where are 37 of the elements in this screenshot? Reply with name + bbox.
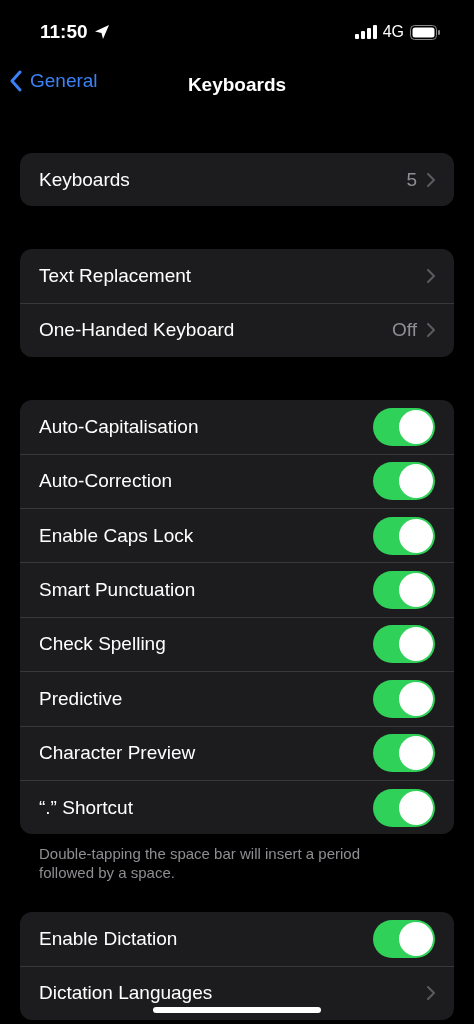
chevron-icon bbox=[427, 172, 435, 187]
battery-icon bbox=[410, 24, 440, 40]
setting-value: 5 bbox=[406, 168, 417, 191]
toggle-switch[interactable] bbox=[373, 625, 435, 664]
setting-label: Smart Punctuation bbox=[39, 579, 197, 602]
chevron-icon bbox=[427, 323, 435, 338]
setting-value: Off bbox=[392, 319, 417, 342]
page-title: Keyboards bbox=[187, 74, 287, 96]
setting-label: Auto-Capitalisation bbox=[39, 415, 200, 438]
setting-label: Enable Caps Lock bbox=[39, 524, 195, 547]
toggle-switch[interactable] bbox=[373, 571, 435, 610]
setting-label: Dictation Languages bbox=[39, 982, 214, 1005]
back-button[interactable]: General bbox=[10, 70, 98, 92]
setting-label: Enable Dictation bbox=[39, 928, 179, 950]
toggle-switch[interactable] bbox=[373, 516, 435, 555]
location-arrow-icon bbox=[93, 24, 110, 40]
toggle-switch[interactable] bbox=[373, 788, 435, 827]
setting-label: “.” Shortcut bbox=[39, 796, 134, 819]
toggle-switch[interactable] bbox=[373, 407, 435, 446]
setting-label: Keyboards bbox=[39, 168, 131, 191]
back-chevron-icon bbox=[10, 70, 22, 92]
toggle-switch[interactable] bbox=[373, 734, 435, 773]
footer-note: Double-tapping the space bar will insert a period followed by a space. bbox=[39, 844, 362, 883]
setting-label: Text Replacement bbox=[39, 265, 193, 288]
setting-label: Auto-Correction bbox=[39, 470, 174, 493]
toggle-switch[interactable] bbox=[373, 462, 435, 501]
chevron-icon bbox=[427, 269, 435, 284]
toggle-switch[interactable] bbox=[373, 679, 435, 718]
setting-label: Check Spelling bbox=[39, 633, 167, 656]
network-type: 4G bbox=[382, 23, 404, 41]
setting-label: One-Handed Keyboard bbox=[39, 319, 236, 342]
setting-label: Character Preview bbox=[39, 742, 197, 765]
toggle-switch[interactable] bbox=[373, 920, 435, 958]
signal-icon bbox=[354, 25, 377, 39]
chevron-icon bbox=[427, 986, 435, 1001]
status-time: 11:50 bbox=[40, 21, 88, 43]
setting-label: Predictive bbox=[39, 687, 124, 710]
